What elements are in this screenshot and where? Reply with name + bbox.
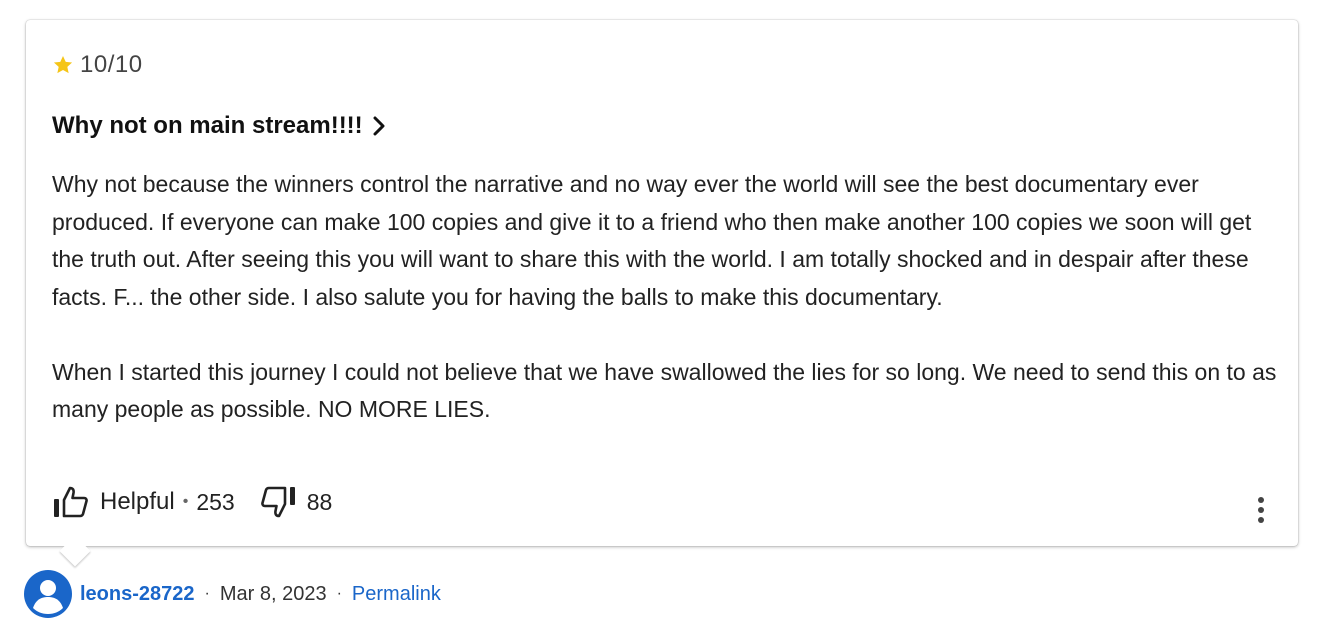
- card-pointer-cover: [54, 526, 98, 546]
- review-paragraph: Why not because the winners control the …: [52, 171, 1252, 310]
- review-date: Mar 8, 2023: [219, 582, 327, 605]
- rating: 10/10: [52, 51, 143, 78]
- separator-dot: ·: [336, 585, 342, 602]
- author-row: leons-28722 · Mar 8, 2023 · Permalink: [24, 570, 441, 618]
- helpful-label: Helpful: [100, 488, 175, 515]
- author-name-link[interactable]: leons-28722: [80, 583, 195, 606]
- review-title-link[interactable]: Why not on main stream!!!!: [52, 112, 389, 140]
- rating-label: 10/10: [80, 51, 143, 78]
- chevron-right-icon: [371, 115, 389, 137]
- helpful-count: 253: [196, 488, 235, 515]
- not-helpful-count: 88: [306, 488, 333, 515]
- thumb-up-icon: [52, 484, 90, 520]
- permalink-link[interactable]: Permalink: [352, 583, 441, 606]
- review-paragraph: When I started this journey I could not …: [52, 358, 1277, 423]
- separator-dot: •: [182, 493, 189, 510]
- separator-dot: ·: [204, 585, 210, 602]
- review-title: Why not on main stream!!!!: [52, 112, 363, 139]
- avatar-icon[interactable]: [24, 570, 72, 618]
- review-actions: Helpful • 253 88: [52, 484, 332, 520]
- more-dot: [1258, 497, 1264, 503]
- more-dot: [1258, 517, 1264, 523]
- review-body: Why not because the winners control the …: [52, 166, 1282, 429]
- star-icon: [52, 54, 74, 76]
- more-vertical-icon[interactable]: [1249, 492, 1273, 528]
- not-helpful-button[interactable]: 88: [259, 484, 333, 520]
- helpful-button[interactable]: Helpful • 253: [52, 484, 235, 520]
- more-dot: [1258, 507, 1264, 513]
- thumb-down-icon: [259, 484, 297, 520]
